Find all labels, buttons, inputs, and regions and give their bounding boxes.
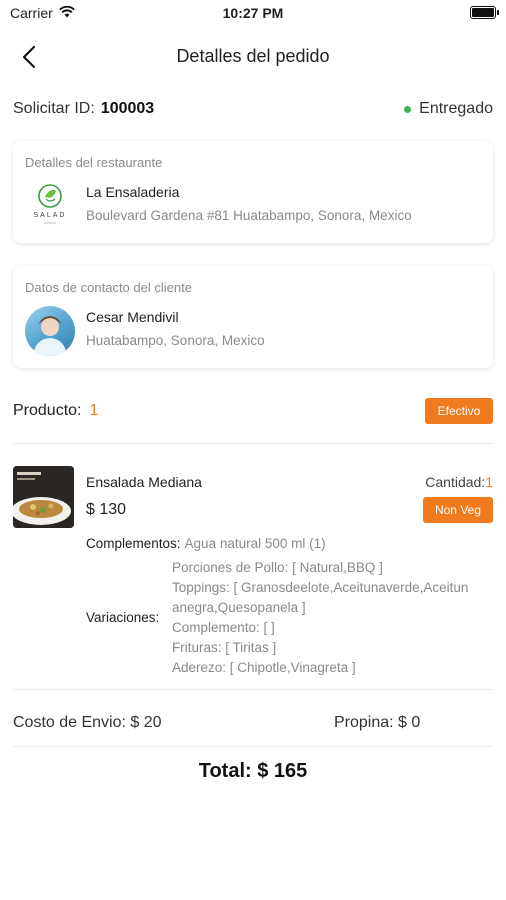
item-price: $ 130 <box>86 501 127 518</box>
tip-amount: Propina: $ 0 <box>334 714 421 731</box>
battery-icon <box>470 6 499 19</box>
variation-line: Complemento: [ ] <box>172 620 275 635</box>
variation-line: anegra,Quesopanela ] <box>172 600 306 615</box>
complements-value: Agua natural 500 ml (1) <box>184 536 326 551</box>
divider <box>13 443 493 444</box>
item-quantity: Cantidad:1 <box>425 474 493 490</box>
veg-badge: Non Veg <box>423 497 493 523</box>
divider <box>13 746 493 747</box>
restaurant-card: Detalles del restaurante SALAD La Ensala… <box>13 141 493 243</box>
quantity-value: 1 <box>485 474 493 490</box>
customer-section-label: Datos de contacto del cliente <box>25 280 192 295</box>
variation-line: Frituras: [ Tiritas ] <box>172 640 277 655</box>
payment-method-badge: Efectivo <box>425 398 493 424</box>
status-badge: Entregado <box>404 100 493 118</box>
restaurant-address: Boulevard Gardena #81 Huatabampo, Sonora… <box>86 208 412 223</box>
delivery-fee: Costo de Envio: $ 20 <box>13 714 162 731</box>
page-title: Detalles del pedido <box>176 46 330 66</box>
item-name: Ensalada Mediana <box>86 474 202 490</box>
order-id: 100003 <box>100 100 155 117</box>
product-summary-row: Producto: 1 Efectivo <box>13 398 493 424</box>
restaurant-section-label: Detalles del restaurante <box>25 155 163 170</box>
quantity-label: Cantidad: <box>425 474 486 490</box>
variation-line: Toppings: [ Granosdeelote,Aceitunaverde,… <box>172 580 469 595</box>
item-image <box>13 466 74 528</box>
variations-list: Porciones de Pollo: [ Natural,BBQ ] Topp… <box>172 558 494 678</box>
clock: 10:27 PM <box>222 5 284 21</box>
variation-line: Aderezo: [ Chipotle,Vinagreta ] <box>172 660 356 675</box>
product-label: Producto: <box>13 402 82 419</box>
customer-card: Datos de contacto del cliente Cesar Mend… <box>13 266 493 368</box>
complements-label: Complementos: <box>86 536 181 551</box>
status-text: Entregado <box>419 100 493 117</box>
restaurant-name: La Ensaladeria <box>86 184 180 200</box>
order-id-label: Solicitar ID: <box>13 100 95 117</box>
status-bar: Carrier 10:27 PM <box>0 0 506 26</box>
variation-line: Porciones de Pollo: [ Natural,BBQ ] <box>172 560 383 575</box>
order-info-row: Solicitar ID: 100003 Entregado <box>13 98 493 120</box>
fees-row: Costo de Envio: $ 20 Propina: $ 0 <box>13 714 493 736</box>
product-count: 1 <box>89 402 99 419</box>
nav-header: Detalles del pedido <box>0 36 506 76</box>
avatar <box>25 306 75 356</box>
variations-label: Variaciones: <box>86 610 160 625</box>
divider <box>13 689 493 690</box>
status-dot-icon <box>404 105 412 113</box>
complements-row: Complementos: Agua natural 500 ml (1) <box>86 536 326 551</box>
restaurant-logo: SALAD <box>25 181 75 231</box>
order-total: Total: $ 165 <box>198 760 308 782</box>
logo-text: SALAD <box>34 212 67 219</box>
customer-address: Huatabampo, Sonora, Mexico <box>86 333 265 348</box>
customer-name: Cesar Mendivil <box>86 309 179 325</box>
